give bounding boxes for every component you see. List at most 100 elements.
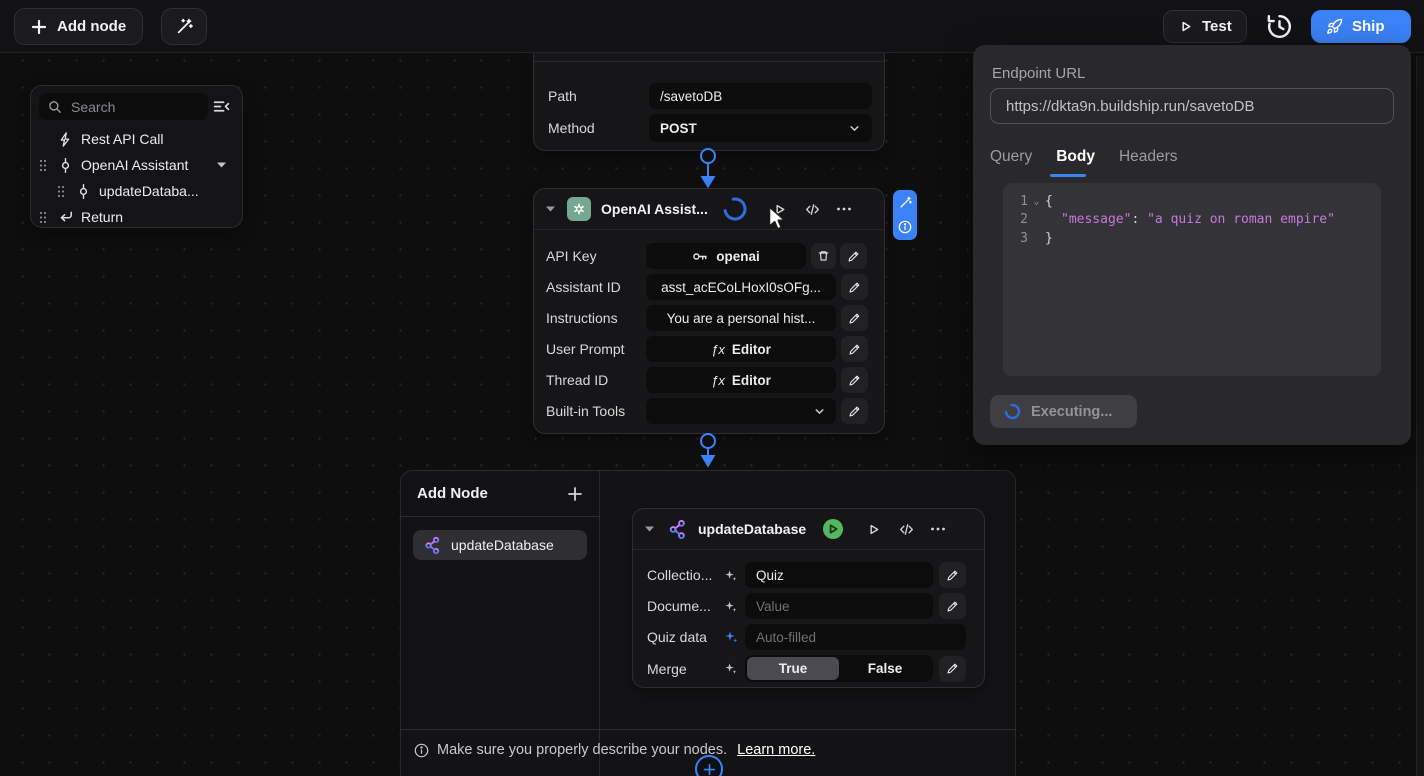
collapse-panel-icon xyxy=(213,98,230,115)
thread-id-editor-button[interactable]: ƒx Editor xyxy=(646,367,836,393)
edit-field-button[interactable] xyxy=(939,562,966,588)
magic-wand-button[interactable] xyxy=(161,8,207,45)
search-icon xyxy=(48,100,62,114)
field-label: API Key xyxy=(546,248,646,264)
field-row-quiz-data: Quiz data xyxy=(647,624,970,650)
info-icon[interactable] xyxy=(898,220,912,234)
insert-node-button[interactable] xyxy=(695,755,723,776)
code-line[interactable]: 3 } xyxy=(1013,229,1381,248)
more-options-button[interactable] xyxy=(836,201,852,217)
sparkle-icon[interactable] xyxy=(723,599,745,614)
code-line[interactable]: 1 ⌄ { xyxy=(1013,192,1381,211)
play-icon xyxy=(1178,19,1193,34)
field-row-assistant-id: Assistant ID asst_acECoLHoxI0sOFg... xyxy=(546,274,872,300)
palette-item-return[interactable]: Return xyxy=(39,207,234,227)
drag-handle-icon[interactable] xyxy=(57,185,69,198)
merge-false-option[interactable]: False xyxy=(839,657,931,680)
add-node-button[interactable]: Add node xyxy=(14,8,143,45)
loading-spinner-icon xyxy=(722,196,748,222)
wand-sparkles-icon[interactable] xyxy=(899,196,912,209)
caret-down-icon[interactable] xyxy=(217,162,226,168)
edit-field-button[interactable] xyxy=(841,336,868,362)
collapsed-side-panel-edge[interactable] xyxy=(1416,56,1424,776)
method-select[interactable]: POST xyxy=(649,114,872,142)
document-input[interactable] xyxy=(745,593,933,619)
edit-field-button[interactable] xyxy=(840,243,867,269)
collection-value[interactable] xyxy=(745,568,933,583)
path-value[interactable] xyxy=(649,89,872,104)
edit-field-button[interactable] xyxy=(939,593,966,619)
palette-item-openai-assistant[interactable]: OpenAI Assistant xyxy=(39,155,234,175)
sparkle-icon[interactable] xyxy=(723,568,745,583)
collapse-panel-button[interactable] xyxy=(208,98,234,115)
collection-input[interactable] xyxy=(745,562,933,588)
search-input[interactable] xyxy=(69,98,183,116)
body-json-editor[interactable]: 1 ⌄ { 2 "message" : "a quiz on roman emp… xyxy=(1003,183,1381,376)
field-label: Docume... xyxy=(647,598,723,614)
sparkle-icon[interactable] xyxy=(723,661,745,676)
endpoint-url-input[interactable] xyxy=(991,98,1393,115)
search-input-wrap xyxy=(39,93,208,120)
instructions-field[interactable]: You are a personal hist... xyxy=(646,305,836,331)
quiz-data-value[interactable] xyxy=(745,630,966,645)
code-line[interactable]: 2 "message" : "a quiz on roman empire" xyxy=(1013,211,1381,230)
commit-node-icon xyxy=(57,157,74,174)
collapse-caret-icon[interactable] xyxy=(645,526,654,532)
tab-query[interactable]: Query xyxy=(990,148,1032,166)
code-view-button[interactable] xyxy=(804,202,821,217)
add-node-item-label: updateDatabase xyxy=(451,537,554,553)
add-node-label: Add node xyxy=(57,18,126,35)
openai-assistant-node[interactable]: OpenAI Assist... API Key openai xyxy=(533,188,885,434)
plus-icon xyxy=(31,19,47,35)
rest-api-trigger-node[interactable]: Path Method POST xyxy=(533,52,885,151)
collapse-caret-icon[interactable] xyxy=(546,206,555,212)
palette-item-label: updateDataba... xyxy=(99,183,199,199)
quiz-data-input[interactable] xyxy=(745,624,966,650)
field-row-collection: Collectio... xyxy=(647,562,970,588)
built-in-tools-select[interactable] xyxy=(646,398,836,424)
edit-field-button[interactable] xyxy=(841,305,868,331)
path-label: Path xyxy=(548,88,649,104)
editor-label: Editor xyxy=(732,373,771,388)
tab-headers[interactable]: Headers xyxy=(1119,148,1178,166)
drag-handle-icon[interactable] xyxy=(39,211,51,224)
edit-field-button[interactable] xyxy=(841,274,868,300)
learn-more-link[interactable]: Learn more. xyxy=(737,742,815,758)
add-node-plus-button[interactable] xyxy=(567,486,583,502)
run-success-icon[interactable] xyxy=(822,518,844,540)
api-key-chip[interactable]: openai xyxy=(646,243,806,269)
delete-key-button[interactable] xyxy=(811,243,836,269)
node-ai-toolbar[interactable] xyxy=(893,190,917,240)
executing-button[interactable]: Executing... xyxy=(990,395,1137,428)
path-input[interactable] xyxy=(649,83,872,109)
fold-caret-icon[interactable]: ⌄ xyxy=(1028,196,1045,207)
merge-true-option[interactable]: True xyxy=(747,657,839,680)
edit-field-button[interactable] xyxy=(939,656,966,682)
palette-item-rest-api-call[interactable]: Rest API Call xyxy=(39,129,234,149)
lightning-icon xyxy=(57,131,74,148)
pencil-icon xyxy=(946,662,959,675)
tab-body[interactable]: Body xyxy=(1056,148,1095,166)
assistant-id-field[interactable]: asst_acECoLHoxI0sOFg... xyxy=(646,274,836,300)
run-node-button[interactable] xyxy=(866,522,881,537)
edit-field-button[interactable] xyxy=(841,367,868,393)
updatedatabase-node[interactable]: updateDatabase Collectio... xyxy=(632,508,985,688)
node-title: updateDatabase xyxy=(698,521,806,537)
merge-toggle: True False xyxy=(745,655,933,682)
test-button[interactable]: Test xyxy=(1163,10,1247,43)
add-node-item-updatedatabase[interactable]: updateDatabase xyxy=(413,530,587,560)
field-label: User Prompt xyxy=(546,341,646,357)
user-prompt-editor-button[interactable]: ƒx Editor xyxy=(646,336,836,362)
history-button[interactable] xyxy=(1265,12,1294,41)
ship-button[interactable]: Ship xyxy=(1311,10,1411,43)
drag-handle-icon[interactable] xyxy=(39,159,51,172)
sparkle-icon-active[interactable] xyxy=(723,629,745,645)
edit-field-button[interactable] xyxy=(841,398,868,424)
code-view-button[interactable] xyxy=(898,522,915,537)
document-value[interactable] xyxy=(745,599,933,614)
pencil-icon xyxy=(848,312,861,325)
fx-icon: ƒx xyxy=(711,342,725,357)
line-number: 3 xyxy=(1013,231,1028,246)
more-options-button[interactable] xyxy=(930,521,946,537)
palette-item-updatedatabase[interactable]: updateDataba... xyxy=(57,181,234,201)
